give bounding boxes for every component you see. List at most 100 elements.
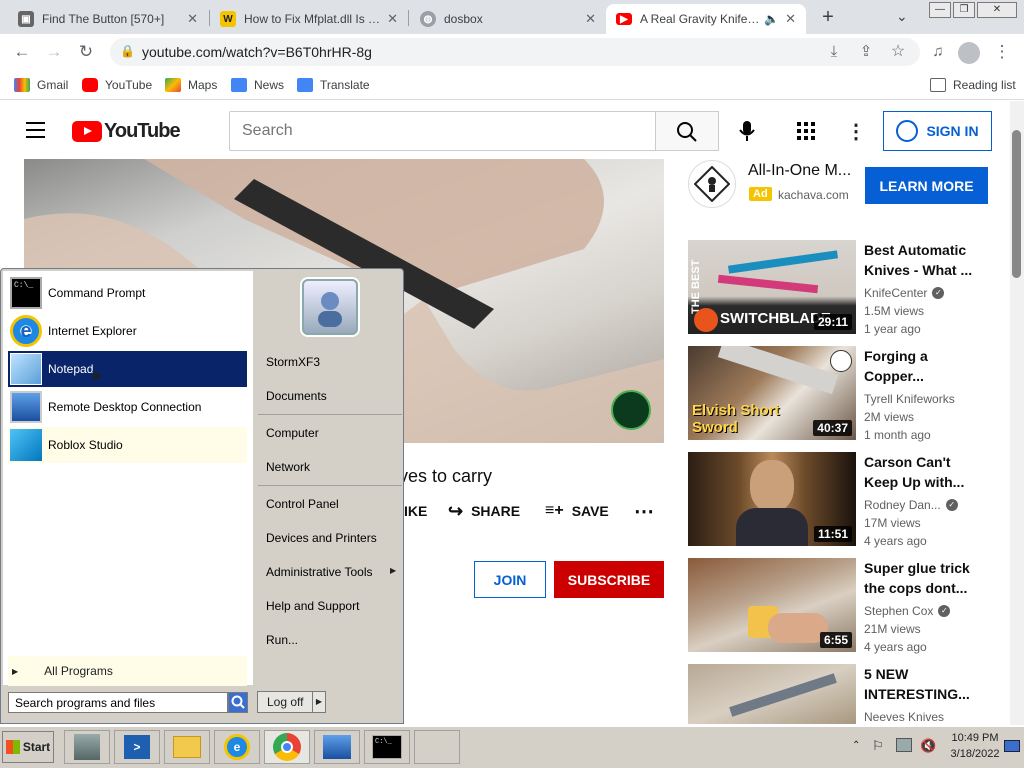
recommended-video[interactable]: THE BEST SWITCHBLADE 29:11 Best Automati… — [688, 240, 988, 336]
program-internet-explorer[interactable]: e Internet Explorer — [8, 313, 247, 349]
new-tab-button[interactable]: + — [816, 6, 840, 30]
program-remote-desktop[interactable]: Remote Desktop Connection — [8, 389, 247, 425]
taskbar-explorer[interactable] — [164, 730, 210, 764]
url-text[interactable]: youtube.com/watch?v=B6T0hrHR-8g — [142, 44, 372, 60]
maps-icon — [165, 78, 181, 92]
ie-icon: e — [10, 315, 42, 347]
taskbar-clock[interactable]: 10:49 PM 3/18/2022 — [940, 730, 1010, 762]
start-right-run[interactable]: Run... — [258, 624, 402, 656]
start-button[interactable]: Start — [2, 731, 54, 763]
restore-button[interactable]: ❐ — [953, 2, 975, 18]
advertiser-logo[interactable] — [688, 160, 736, 208]
browser-tab[interactable]: ◍ dosbox ✕ — [410, 4, 606, 34]
program-notepad[interactable]: Notepad — [8, 351, 247, 387]
back-arrow-icon[interactable]: ← — [10, 40, 34, 64]
bookmark-gmail[interactable]: Gmail — [14, 76, 68, 94]
share-button[interactable]: ↪ SHARE — [448, 500, 520, 522]
recommended-video[interactable]: 11:51 Carson Can't Keep Up with... Rodne… — [688, 452, 988, 548]
start-right-stormxf3[interactable]: StormXF3 — [258, 346, 402, 378]
lock-icon[interactable]: 🔒 — [120, 44, 135, 58]
taskbar-server-manager[interactable] — [64, 730, 110, 764]
bookmark-translate[interactable]: Translate — [297, 76, 370, 94]
action-center-flag-icon[interactable]: ⚐ — [872, 738, 884, 754]
taskbar-chrome[interactable] — [264, 730, 310, 764]
start-search-button[interactable] — [228, 692, 248, 713]
browser-tab-active[interactable]: ▶ A Real Gravity Knife or 🔈 ✕ — [606, 4, 806, 34]
search-input[interactable] — [229, 111, 656, 151]
program-roblox-studio[interactable]: Roblox Studio — [8, 427, 247, 463]
recommended-video[interactable]: 5 NEW INTERESTING... Neeves Knives — [688, 664, 988, 724]
reading-list-button[interactable]: Reading list — [930, 76, 1016, 94]
join-button[interactable]: JOIN — [474, 561, 546, 598]
close-window-button[interactable]: ✕ — [977, 2, 1017, 18]
upload-age: 1 month ago — [864, 428, 931, 442]
start-right-control-panel[interactable]: Control Panel — [258, 488, 402, 520]
forward-arrow-icon[interactable]: → — [42, 40, 66, 64]
all-programs-arrow-icon: ▶ — [12, 666, 19, 676]
profile-avatar-icon[interactable] — [958, 42, 980, 64]
subscribe-button[interactable]: SUBSCRIBE — [554, 561, 664, 598]
apps-grid-icon[interactable] — [797, 122, 815, 140]
start-right-network[interactable]: Network — [258, 451, 402, 483]
youtube-logo[interactable]: YouTube — [72, 120, 181, 143]
recommended-video[interactable]: Elvish Short Sword 40:37 Forging a Coppe… — [688, 346, 988, 442]
taskbar-cmd[interactable]: C:\_ — [364, 730, 410, 764]
install-app-icon[interactable]: ⤓ — [822, 40, 846, 64]
taskbar-rdp[interactable] — [314, 730, 360, 764]
tab-search-chevron-icon[interactable]: ⌄ — [896, 8, 908, 25]
suit-shape — [736, 508, 808, 546]
speaker-icon[interactable]: 🔈 — [764, 12, 779, 26]
playlist-add-icon: ≡+ — [545, 502, 564, 519]
sign-in-button[interactable]: SIGN IN — [883, 111, 992, 151]
media-control-icon[interactable]: ♫ — [926, 40, 950, 64]
learn-more-button[interactable]: LEARN MORE — [865, 167, 988, 204]
tab-close-icon[interactable]: ✕ — [187, 11, 198, 27]
taskbar-powershell[interactable]: > — [114, 730, 160, 764]
start-right-admin-tools[interactable]: Administrative Tools — [258, 556, 402, 588]
ad-title[interactable]: All-In-One M... — [748, 162, 851, 180]
tab-title: How to Fix Mfplat.dll Is Mis — [244, 12, 382, 26]
network-icon[interactable] — [896, 738, 912, 752]
program-command-prompt[interactable]: C:\_ Command Prompt — [8, 275, 247, 311]
taskbar-empty-slot[interactable] — [414, 730, 460, 764]
start-right-documents[interactable]: Documents — [258, 380, 402, 412]
save-button[interactable]: ≡+ SAVE — [545, 500, 609, 522]
tab-close-icon[interactable]: ✕ — [785, 11, 796, 27]
bookmark-youtube[interactable]: YouTube — [82, 76, 152, 94]
volume-muted-icon[interactable]: 🔇 — [920, 738, 936, 754]
tab-close-icon[interactable]: ✕ — [387, 11, 398, 27]
start-search-input[interactable]: Search programs and files — [8, 692, 228, 713]
bookmark-news[interactable]: News — [231, 76, 284, 94]
start-right-devices-printers[interactable]: Devices and Printers — [258, 522, 402, 554]
search-button[interactable] — [655, 111, 719, 151]
tab-close-icon[interactable]: ✕ — [585, 11, 596, 27]
start-right-computer[interactable]: Computer — [258, 417, 402, 449]
reading-list-icon — [930, 78, 946, 92]
minimize-button[interactable]: — — [929, 2, 951, 18]
all-programs-button[interactable]: ▶ All Programs — [8, 656, 247, 686]
show-desktop-icon[interactable] — [1004, 740, 1020, 752]
browser-tab[interactable]: W How to Fix Mfplat.dll Is Mis ✕ — [210, 4, 408, 34]
user-avatar[interactable] — [302, 279, 358, 335]
settings-dots-icon[interactable]: ⋮ — [846, 119, 866, 144]
hamburger-menu-icon[interactable] — [26, 122, 45, 138]
tray-expand-icon[interactable]: ⌃ — [852, 740, 860, 751]
recommended-video[interactable]: 6:55 Super glue trick the cops dont... S… — [688, 558, 988, 654]
bookmark-star-icon[interactable]: ☆ — [886, 40, 910, 64]
bookmark-maps[interactable]: Maps — [165, 76, 217, 94]
taskbar-ie[interactable]: e — [214, 730, 260, 764]
microphone-icon[interactable] — [737, 119, 757, 143]
video-thumbnail: Elvish Short Sword 40:37 — [688, 346, 856, 440]
share-page-icon[interactable]: ⇪ — [854, 40, 878, 64]
like-button[interactable]: IKE — [404, 500, 427, 522]
bookmark-label: Gmail — [37, 78, 69, 92]
more-actions-icon[interactable]: ⋯ — [634, 500, 654, 523]
scrollbar-thumb[interactable] — [1012, 130, 1021, 278]
browser-tab[interactable]: ▣ Find The Button [570+] ✕ — [8, 4, 208, 34]
view-count: 2M views — [864, 410, 915, 424]
reload-icon[interactable]: ↻ — [74, 40, 98, 64]
roblox-studio-icon — [10, 429, 42, 461]
browser-menu-icon[interactable]: ⋮ — [990, 40, 1014, 64]
shutdown-options-arrow-icon[interactable]: ▶ — [312, 691, 326, 713]
start-right-help-support[interactable]: Help and Support — [258, 590, 402, 622]
